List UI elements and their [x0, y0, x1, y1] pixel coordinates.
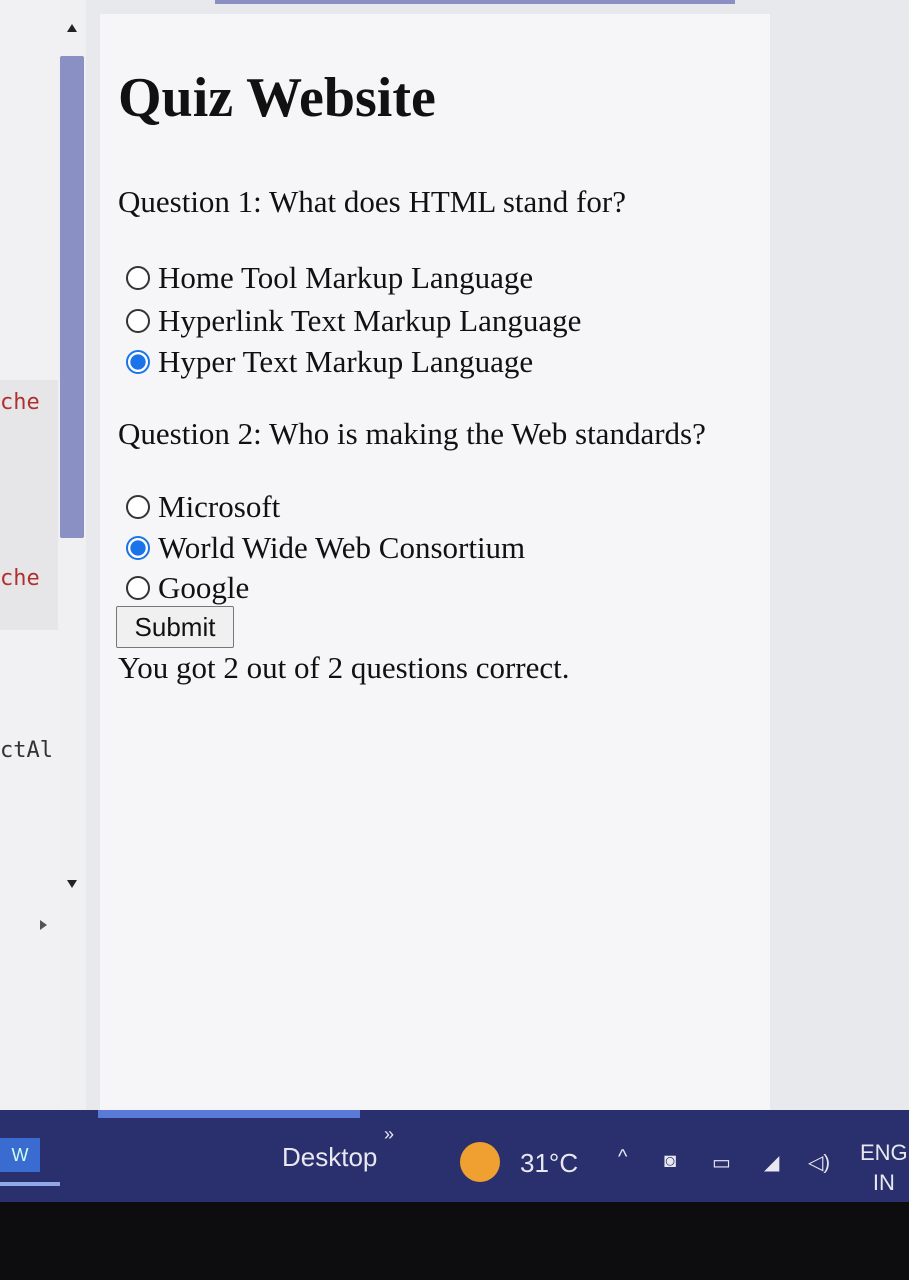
region-code: IN: [872, 1170, 895, 1195]
q2-option-1[interactable]: Microsoft: [126, 489, 280, 525]
desktop-toolbar-label[interactable]: Desktop: [282, 1142, 377, 1173]
editor-pane: che che ctAl: [0, 0, 58, 1110]
screen-bezel: [0, 1202, 909, 1280]
scroll-up-arrow-icon[interactable]: [67, 24, 77, 32]
window-top-accent: [215, 0, 735, 4]
show-hidden-icons-chevron-icon[interactable]: ^: [618, 1146, 627, 1169]
word-app-icon[interactable]: W: [0, 1138, 40, 1172]
weather-sun-icon[interactable]: [460, 1142, 500, 1182]
option-label: Hyperlink Text Markup Language: [158, 303, 582, 338]
editor-snippet: ctAl: [0, 738, 53, 763]
input-language-indicator[interactable]: ENG IN: [860, 1138, 908, 1198]
editor-snippet: che: [0, 566, 40, 591]
q1-option-1[interactable]: Home Tool Markup Language: [126, 260, 533, 296]
editor-highlight-band: [0, 380, 58, 630]
question-1: Question 1: What does HTML stand for?: [118, 184, 626, 219]
radio-button-selected[interactable]: [126, 536, 150, 560]
radio-button[interactable]: [126, 309, 150, 333]
volume-icon[interactable]: ◁): [808, 1150, 830, 1175]
radio-button-selected[interactable]: [126, 350, 150, 374]
toolbar-overflow-icon[interactable]: »: [384, 1124, 394, 1145]
radio-button[interactable]: [126, 576, 150, 600]
option-label: Hyper Text Markup Language: [158, 344, 534, 379]
scrollbar-thumb[interactable]: [60, 56, 84, 538]
battery-icon[interactable]: ▭: [712, 1150, 731, 1175]
q1-option-3[interactable]: Hyper Text Markup Language: [126, 344, 533, 380]
question-2: Question 2: Who is making the Web standa…: [118, 416, 706, 451]
wifi-icon[interactable]: ◢: [764, 1150, 779, 1175]
option-label: Microsoft: [158, 489, 281, 524]
radio-button[interactable]: [126, 495, 150, 519]
result-message: You got 2 out of 2 questions correct.: [118, 650, 570, 685]
option-label: World Wide Web Consortium: [158, 530, 526, 565]
radio-button[interactable]: [126, 266, 150, 290]
q2-option-3[interactable]: Google: [126, 570, 249, 606]
expand-caret-icon[interactable]: [40, 920, 47, 930]
active-window-indicator: [98, 1110, 360, 1118]
submit-button[interactable]: Submit: [116, 606, 234, 648]
q2-option-2[interactable]: World Wide Web Consortium: [126, 530, 525, 566]
scroll-down-arrow-icon[interactable]: [67, 880, 77, 888]
meet-now-icon[interactable]: ◙: [664, 1150, 676, 1173]
q1-option-2[interactable]: Hyperlink Text Markup Language: [126, 303, 581, 339]
option-label: Google: [158, 570, 250, 605]
page-title: Quiz Website: [118, 67, 436, 129]
app-running-indicator: [0, 1182, 60, 1186]
editor-snippet: che: [0, 390, 40, 415]
weather-temperature[interactable]: 31°C: [520, 1148, 578, 1179]
language-code: ENG: [860, 1140, 908, 1165]
taskbar: W Desktop » 31°C ^ ◙ ▭ ◢ ◁) ENG IN: [0, 1110, 909, 1202]
option-label: Home Tool Markup Language: [158, 260, 534, 295]
scrollbar[interactable]: [58, 0, 86, 1110]
